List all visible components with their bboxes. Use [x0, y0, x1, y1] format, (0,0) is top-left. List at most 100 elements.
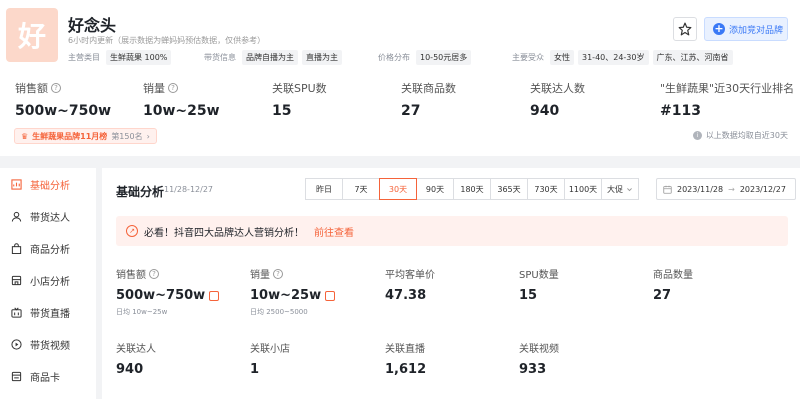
sidebar-item-label: 商品卡 — [30, 372, 60, 384]
chevron-down-icon — [627, 187, 632, 191]
overview-stat-label: 关联达人数 — [530, 82, 585, 95]
metric-value: 940 — [116, 362, 144, 377]
section-date: 11/28-12/27 — [164, 185, 213, 194]
metric-product-count: 商品数量 27 — [653, 266, 693, 303]
tab-730d[interactable]: 730天 — [527, 178, 565, 200]
tab-180d[interactable]: 180天 — [453, 178, 491, 200]
metric-daily: 日均 2500~5000 — [250, 308, 308, 316]
sidebar-item-label: 商品分析 — [30, 244, 70, 256]
delivery-row: 带货信息 品牌自播为主 直播为主 — [204, 50, 342, 65]
overview-stat-value: #113 — [660, 103, 701, 119]
sidebar-item-product-card[interactable]: 商品卡 — [0, 360, 96, 392]
overview-stat-label: "生鲜蔬果"近30天行业排名 — [660, 82, 795, 95]
sidebar-item-live[interactable]: 带货直播 — [0, 296, 96, 328]
industry-rank-badge[interactable]: ♛ 生鲜蔬果品牌11月榜 第150名 › — [14, 128, 157, 144]
price-row: 价格分布 10-50元居多 — [378, 50, 472, 65]
date-range-picker[interactable]: 2023/11/28 → 2023/12/27 — [656, 178, 796, 200]
main-category-tag: 生鲜蔬果 100% — [106, 50, 172, 65]
alert-link[interactable]: 前往查看 — [314, 224, 354, 239]
help-icon[interactable]: ? — [51, 83, 61, 93]
price-label: 价格分布 — [378, 53, 410, 62]
sidebar-item-label: 基础分析 — [30, 180, 70, 192]
add-competitor-label: 添加竞对品牌 — [729, 25, 784, 36]
audience-tag: 女性 — [550, 50, 574, 65]
sidebar-item-label: 带货视频 — [30, 340, 70, 352]
info-icon: i — [692, 131, 702, 140]
sidebar-item-products[interactable]: 商品分析 — [0, 232, 96, 264]
help-icon[interactable]: ? — [149, 268, 159, 279]
card-icon — [10, 370, 22, 382]
metric-label: 关联小店 — [250, 344, 290, 355]
chart-icon — [10, 178, 22, 190]
tab-7d[interactable]: 7天 — [342, 178, 380, 200]
metric-value: 1,612 — [385, 362, 427, 377]
brand-name: 好念头 — [68, 16, 117, 35]
main-category-row: 主营类目 生鲜蔬果 100% — [68, 50, 172, 65]
overview-stat: 销量? 10w~25w — [143, 80, 220, 119]
metric-label: SPU数量 — [519, 270, 559, 281]
metric-value: 15 — [519, 288, 538, 303]
overview-stat-value: 500w~750w — [15, 103, 112, 119]
metric-daily: 日均 10w~25w — [116, 308, 168, 316]
delivery-tag: 品牌自播为主 — [242, 50, 298, 65]
trend-chart-icon[interactable] — [325, 290, 336, 301]
main-category-label: 主营类目 — [68, 53, 100, 62]
sidebar-item-videos[interactable]: 带货视频 — [0, 328, 96, 360]
tab-promo-select[interactable]: 大促 — [601, 178, 639, 200]
tab-yesterday[interactable]: 昨日 — [305, 178, 343, 200]
price-tag: 10-50元居多 — [416, 50, 472, 65]
crown-icon: ♛ — [21, 131, 29, 141]
rank-badge-rank: 第150名 — [111, 131, 143, 141]
metric-value: 500w~750w — [116, 288, 206, 303]
date-from: 2023/11/28 — [677, 184, 724, 194]
data-note: i 以上数据均取自近30天 — [692, 130, 788, 141]
overview-stat-value: 27 — [401, 103, 421, 119]
metric-value: 27 — [653, 288, 672, 303]
tab-1100d[interactable]: 1100天 — [564, 178, 602, 200]
metric-label: 关联达人 — [116, 344, 156, 355]
metric-value: 1 — [250, 362, 260, 377]
metric-lives: 关联直播 1,612 — [385, 340, 426, 377]
add-competitor-button[interactable]: + 添加竞对品牌 — [704, 17, 788, 41]
promo-alert: ↗ 必看！抖音四大品牌达人营销分析！ 前往查看 — [116, 216, 788, 246]
audience-tag: 广东、江苏、河南省 — [652, 50, 733, 65]
audience-tag: 31-40、24-30岁 — [578, 50, 649, 65]
sidebar-item-stores[interactable]: 小店分析 — [0, 264, 96, 296]
sidebar-item-label: 带货直播 — [30, 308, 70, 320]
help-icon[interactable]: ? — [168, 83, 178, 93]
tab-90d[interactable]: 90天 — [416, 178, 454, 200]
overview-stat-value: 940 — [530, 103, 560, 119]
metric-spu-count: SPU数量 15 — [519, 266, 559, 303]
overview-stat-value: 15 — [272, 103, 292, 119]
overview-stat-label: 关联商品数 — [401, 82, 456, 95]
person-icon — [10, 210, 22, 222]
audience-label: 主要受众 — [512, 53, 544, 62]
sidebar-item-influencers[interactable]: 带货达人 — [0, 200, 96, 232]
trend-chart-icon[interactable] — [209, 290, 220, 301]
bag-icon — [10, 242, 22, 254]
tab-promo-label: 大促 — [607, 184, 623, 194]
brand-header: 好 好念头 6小时内更新（展示数据为蝉妈妈预估数据，仅供参考） 主营类目 生鲜蔬… — [0, 0, 800, 156]
metric-value: 10w~25w — [250, 288, 322, 303]
delivery-tag: 直播为主 — [302, 50, 342, 65]
metric-avg-order: 平均客单价 47.38 — [385, 266, 435, 303]
tab-30d[interactable]: 30天 — [379, 178, 417, 200]
overview-stat-label: 销量 — [143, 82, 165, 95]
overview-stat-label: 关联SPU数 — [272, 82, 327, 95]
chevron-right-icon: › — [146, 131, 150, 141]
metric-label: 销售额 — [116, 270, 146, 281]
brand-logo: 好 — [6, 8, 58, 62]
overview-stat-value: 10w~25w — [143, 103, 220, 119]
arrow-right-icon: → — [728, 184, 735, 194]
date-to: 2023/12/27 — [739, 184, 786, 194]
overview-stat: "生鲜蔬果"近30天行业排名 #113 — [660, 80, 794, 119]
metric-label: 关联视频 — [519, 344, 559, 355]
metric-volume: 销量? 10w~25w 日均 2500~5000 — [250, 266, 336, 317]
sidebar-nav: 基础分析 带货达人 商品分析 小店分析 带货直播 带货视频 商品卡 — [0, 168, 96, 399]
live-tv-icon — [10, 306, 22, 318]
metric-value: 47.38 — [385, 288, 427, 303]
tab-365d[interactable]: 365天 — [490, 178, 528, 200]
sidebar-item-basic-analysis[interactable]: 基础分析 — [0, 168, 96, 200]
favorite-button[interactable] — [673, 17, 697, 41]
help-icon[interactable]: ? — [273, 268, 283, 279]
